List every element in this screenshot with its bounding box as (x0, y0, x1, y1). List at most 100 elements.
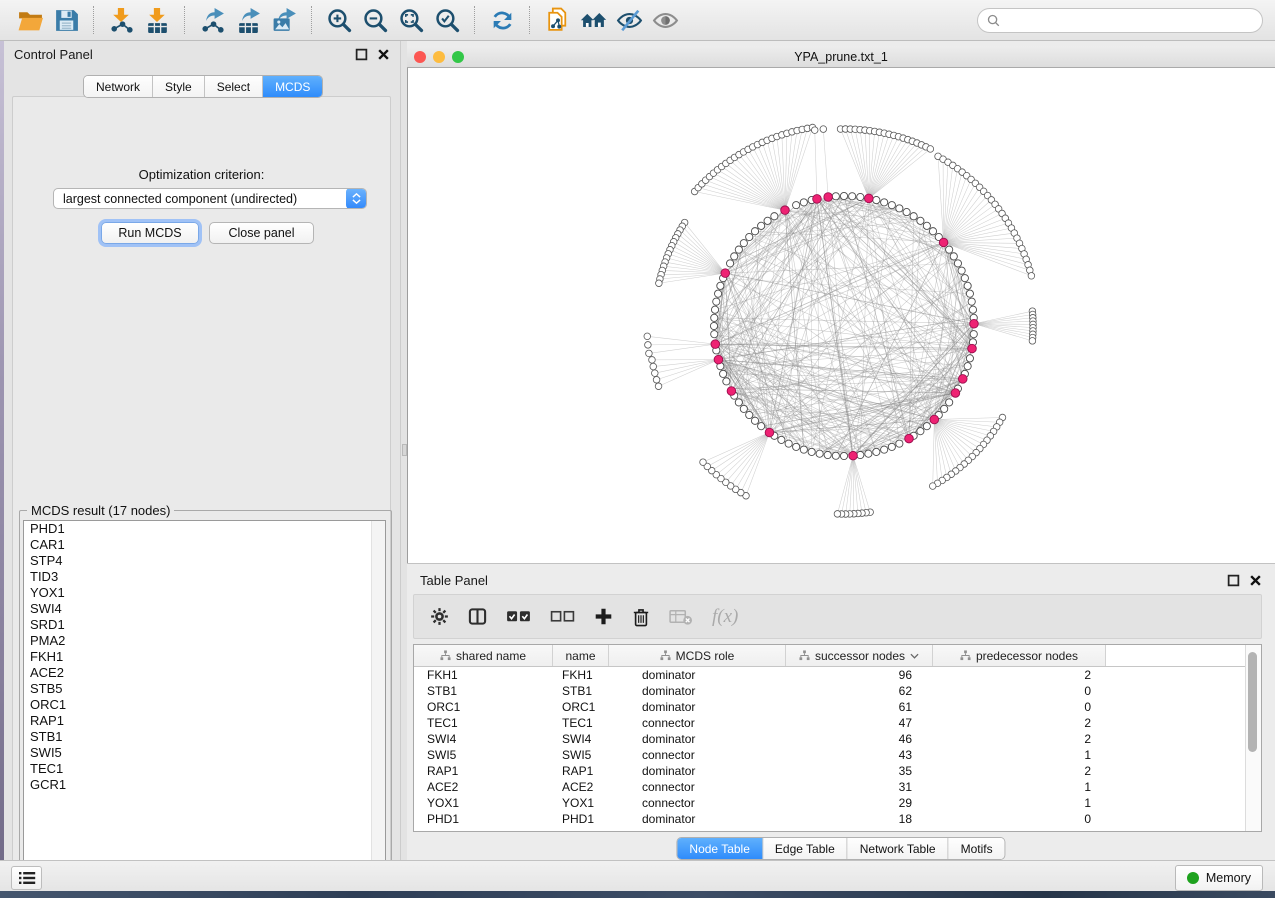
column-header-successor-nodes[interactable]: successor nodes (786, 645, 933, 666)
table-row[interactable]: PHD1PHD1dominator180 (414, 811, 1261, 827)
task-history-button[interactable] (11, 866, 42, 890)
control-panel: Control Panel NetworkStyleSelectMCDS Opt… (4, 41, 400, 860)
cell: connector (609, 780, 786, 794)
save-session-button[interactable] (48, 4, 84, 36)
optimization-criterion-dropdown[interactable]: largest connected component (undirected) (53, 188, 367, 209)
column-type-icon (960, 650, 971, 661)
apply-layout-button[interactable] (484, 4, 520, 36)
toggle-columns-button[interactable] (468, 607, 487, 626)
network-window-titlebar[interactable]: YPA_prune.txt_1 (407, 46, 1275, 68)
mcds-node-item: YOX1 (24, 585, 385, 601)
export-network-button[interactable] (194, 4, 230, 36)
close-panel-button[interactable]: Close panel (209, 222, 314, 244)
table-row[interactable]: ACE2ACE2connector311 (414, 779, 1261, 795)
tab-edge-table[interactable]: Edge Table (763, 838, 848, 859)
delete-table-button (669, 607, 693, 626)
deselect-all-rows-button[interactable] (550, 607, 575, 626)
network-canvas[interactable] (407, 68, 1275, 563)
memory-button[interactable]: Memory (1175, 865, 1263, 891)
column-type-icon (799, 650, 810, 661)
zoom-selected-button[interactable] (429, 4, 465, 36)
column-label: MCDS role (676, 649, 735, 663)
toolbar-group-separator (311, 6, 312, 34)
zoom-in-button[interactable] (321, 4, 357, 36)
mcds-node-item: ORC1 (24, 697, 385, 713)
table-row[interactable]: FKH1FKH1dominator962 (414, 667, 1261, 683)
hide-selected-button[interactable] (611, 4, 647, 36)
cell: SWI4 (553, 732, 609, 746)
search-input[interactable] (1006, 12, 1253, 28)
cell: 47 (786, 716, 933, 730)
table-scrollbar[interactable] (1245, 645, 1261, 831)
export-network-icon (199, 7, 226, 34)
zoom-fit-button[interactable] (393, 4, 429, 36)
table-row[interactable]: YOX1YOX1connector291 (414, 795, 1261, 811)
tab-style[interactable]: Style (153, 76, 205, 97)
float-table-panel-icon[interactable] (1227, 574, 1240, 587)
close-panel-icon[interactable] (377, 48, 390, 61)
column-header-MCDS-role[interactable]: MCDS role (609, 645, 786, 666)
search-box[interactable] (977, 8, 1263, 33)
network-graph[interactable] (408, 68, 1274, 561)
tab-node-table[interactable]: Node Table (677, 838, 763, 859)
export-table-button[interactable] (230, 4, 266, 36)
select-all-rows-button[interactable] (506, 607, 531, 626)
float-window-icon[interactable] (355, 48, 368, 61)
table-options-gear-button[interactable] (430, 607, 449, 626)
table-row[interactable]: SWI5SWI5connector431 (414, 747, 1261, 763)
toolbar-group-separator (184, 6, 185, 34)
hide-selected-icon (616, 7, 643, 34)
column-header-predecessor-nodes[interactable]: predecessor nodes (933, 645, 1106, 666)
table-row[interactable]: RAP1RAP1dominator352 (414, 763, 1261, 779)
tab-mcds[interactable]: MCDS (263, 76, 322, 97)
mcds-list-scrollbar[interactable] (371, 521, 385, 877)
zoom-out-icon (362, 7, 389, 34)
export-image-button[interactable] (266, 4, 302, 36)
table-row[interactable]: ORC1ORC1dominator610 (414, 699, 1261, 715)
cell: dominator (609, 812, 786, 826)
zoom-out-button[interactable] (357, 4, 393, 36)
delete-columns-button[interactable] (632, 607, 650, 627)
column-header-name[interactable]: name (553, 645, 609, 666)
cell: connector (609, 716, 786, 730)
export-table-icon (235, 7, 262, 34)
tab-network-table[interactable]: Network Table (848, 838, 949, 859)
add-column-button[interactable] (594, 607, 613, 626)
tab-select[interactable]: Select (205, 76, 263, 97)
table-row[interactable]: STB1STB1dominator620 (414, 683, 1261, 699)
control-panel-title: Control Panel (14, 47, 93, 62)
mcds-node-item: SRD1 (24, 617, 385, 633)
first-neighbors-button[interactable] (575, 4, 611, 36)
run-mcds-button[interactable]: Run MCDS (101, 222, 199, 244)
mcds-result-list[interactable]: PHD1CAR1STP4TID3YOX1SWI4SRD1PMA2FKH1ACE2… (23, 520, 386, 878)
cell: STB1 (553, 684, 609, 698)
list-icon (18, 871, 36, 885)
toolbar-group-separator (93, 6, 94, 34)
import-table-button[interactable] (139, 4, 175, 36)
show-hidden-button[interactable] (647, 4, 683, 36)
column-header-shared-name[interactable]: shared name (414, 645, 553, 666)
cell: YOX1 (553, 796, 609, 810)
tab-network[interactable]: Network (84, 76, 153, 97)
open-session-button[interactable] (12, 4, 48, 36)
mcds-node-item: CAR1 (24, 537, 385, 553)
first-neighbors-icon (580, 7, 607, 34)
table-scrollbar-thumb[interactable] (1248, 652, 1257, 752)
mcds-tab-content: Optimization criterion: largest connecte… (12, 96, 391, 890)
toolbar-button-strip (12, 4, 683, 36)
clone-network-button[interactable] (539, 4, 575, 36)
mcds-node-item: STB5 (24, 681, 385, 697)
import-network-button[interactable] (103, 4, 139, 36)
cell: 2 (933, 716, 1106, 730)
table-row[interactable]: TEC1TEC1connector472 (414, 715, 1261, 731)
table-toolbar: f(x) (413, 594, 1262, 639)
cell: ORC1 (553, 700, 609, 714)
column-label: name (565, 649, 595, 663)
export-image-icon (271, 7, 298, 34)
close-table-panel-icon[interactable] (1249, 574, 1262, 587)
cell: ACE2 (553, 780, 609, 794)
application-window: Control Panel NetworkStyleSelectMCDS Opt… (0, 0, 1275, 898)
function-builder-button: f(x) (712, 606, 738, 628)
table-row[interactable]: SWI4SWI4dominator462 (414, 731, 1261, 747)
tab-motifs[interactable]: Motifs (949, 838, 1005, 859)
